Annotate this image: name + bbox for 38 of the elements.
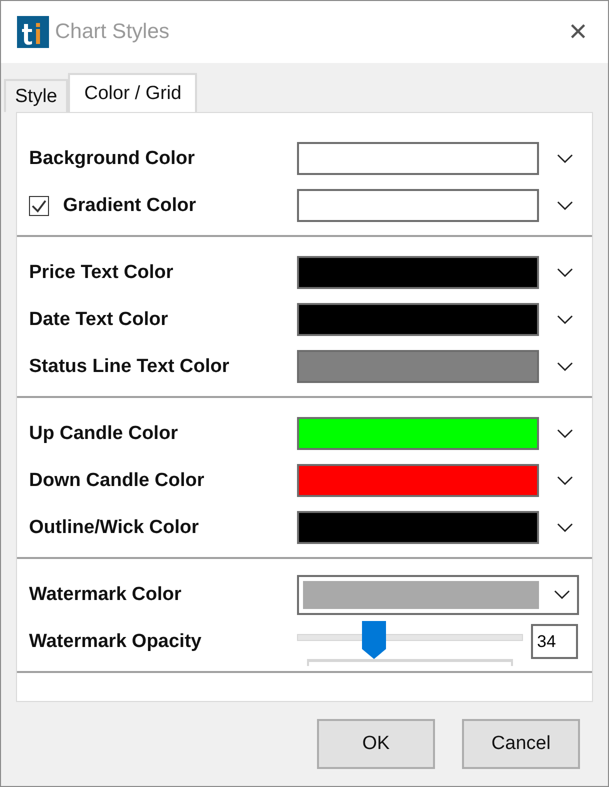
field-label: Watermark Opacity: [29, 630, 202, 652]
color-swatch[interactable]: [297, 511, 539, 544]
chevron-down-icon[interactable]: [557, 523, 573, 532]
color-swatch[interactable]: [297, 142, 539, 175]
field-label: Date Text Color: [29, 308, 168, 330]
dialog-button[interactable]: OK: [317, 719, 435, 769]
color-swatch[interactable]: [297, 350, 539, 383]
tab[interactable]: Color / Grid: [68, 73, 198, 112]
color-swatch[interactable]: [297, 464, 539, 497]
field-label: Background Color: [29, 148, 195, 170]
logo-icon: [17, 16, 49, 48]
color-dropdown[interactable]: [297, 574, 579, 614]
value-field[interactable]: 34: [531, 624, 578, 659]
chevron-down-icon[interactable]: [557, 362, 573, 371]
dialog-button[interactable]: Cancel: [462, 719, 580, 769]
color-swatch[interactable]: [297, 303, 539, 336]
field-label: Gradient Color: [63, 194, 196, 216]
chevron-down-icon[interactable]: [557, 268, 573, 277]
window-title: Chart Styles: [55, 20, 170, 44]
chevron-down-icon[interactable]: [557, 476, 573, 485]
field-label: Outline/Wick Color: [29, 516, 199, 538]
field-label: Price Text Color: [29, 262, 174, 284]
chevron-down-icon[interactable]: [557, 201, 573, 210]
field-label: Down Candle Color: [29, 470, 204, 492]
slider-thumb[interactable]: [362, 620, 386, 658]
color-swatch[interactable]: [297, 417, 539, 450]
chevron-down-icon[interactable]: [557, 315, 573, 324]
chevron-down-icon[interactable]: [557, 429, 573, 438]
chevron-down-icon[interactable]: [557, 154, 573, 163]
checkbox[interactable]: [29, 196, 49, 216]
field-label: Watermark Color: [29, 584, 182, 606]
chevron-down-icon[interactable]: [554, 590, 570, 599]
color-swatch[interactable]: [297, 256, 539, 289]
field-label: Status Line Text Color: [29, 356, 230, 378]
close-button[interactable]: ✕: [548, 7, 608, 57]
field-label: Up Candle Color: [29, 422, 178, 444]
color-swatch[interactable]: [297, 189, 539, 222]
tab[interactable]: Style: [4, 79, 68, 112]
